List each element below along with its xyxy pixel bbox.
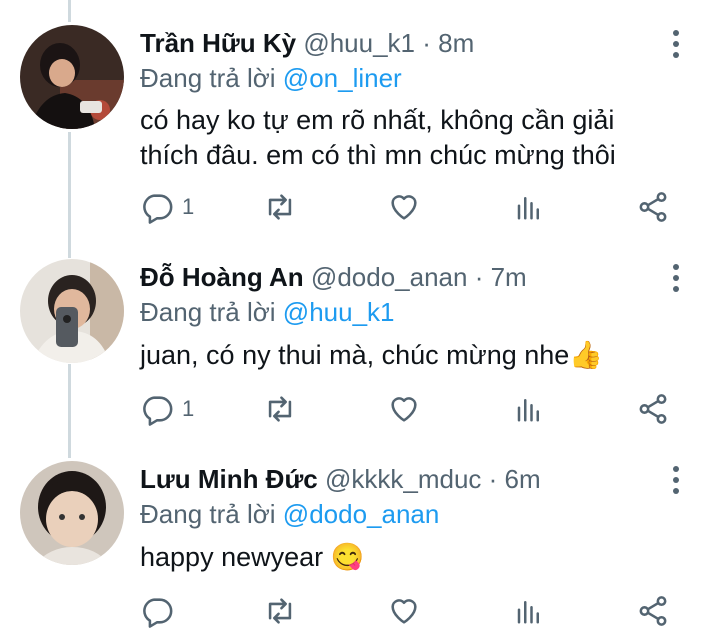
reply-icon [143,396,173,426]
retweet-icon [268,194,292,220]
share-button[interactable] [636,392,670,426]
action-bar [0,594,718,634]
author-name[interactable]: Lưu Minh Đức [140,464,318,494]
replying-to-label: Đang trả lời [140,63,276,93]
like-button[interactable] [387,594,421,628]
avatar-photo-icon [20,461,124,565]
replying-to-label: Đang trả lời [140,297,276,327]
reply-icon [143,598,173,628]
like-button[interactable] [387,392,421,426]
reply-button[interactable] [140,594,182,628]
mention-link[interactable]: @huu_k1 [283,297,395,327]
reply-button[interactable]: 1 [140,190,194,224]
share-icon [639,394,667,424]
more-vertical-icon[interactable] [664,27,688,61]
reply-icon [143,194,173,224]
author-handle[interactable]: @dodo_anan [311,262,468,292]
author-name[interactable]: Trần Hữu Kỳ [140,28,296,58]
analytics-button[interactable] [514,594,544,628]
author-handle[interactable]: @huu_k1 [303,28,415,58]
reply-count: 1 [182,396,195,421]
retweet-button[interactable] [262,594,298,628]
action-bar: 1 [0,392,718,432]
reply-button[interactable]: 1 [140,392,194,426]
like-icon [391,195,417,220]
retweet-button[interactable] [262,190,298,224]
avatar[interactable] [20,25,124,129]
share-button[interactable] [636,594,670,628]
author-handle[interactable]: @kkkk_mduc [325,464,481,494]
timestamp[interactable]: · 8m [422,28,474,58]
mention-link[interactable]: @dodo_anan [283,499,440,529]
replying-to: Đang trả lời @huu_k1 [140,297,395,328]
tweet-text: happy newyear 😋 [140,542,365,572]
share-icon [639,192,667,222]
action-bar: 1 [0,190,718,230]
analytics-icon [517,601,539,624]
replying-to: Đang trả lời @on_liner [140,63,402,94]
more-vertical-icon[interactable] [664,463,688,497]
retweet-icon [268,396,292,422]
author-name[interactable]: Đỗ Hoàng An [140,262,304,292]
like-icon [391,397,417,422]
analytics-icon [517,197,539,220]
retweet-button[interactable] [262,392,298,426]
like-icon [391,599,417,624]
reply-tweet[interactable]: Đỗ Hoàng An @dodo_anan · 7m Đang trả lời… [0,234,718,434]
avatar[interactable] [20,259,124,363]
share-button[interactable] [636,190,670,224]
retweet-icon [268,598,292,624]
tweet-text: có hay ko tự em rõ nhất, không cần giải … [140,105,616,170]
avatar-photo-icon [20,25,124,129]
analytics-icon [517,399,539,422]
timestamp[interactable]: · 7m [475,262,527,292]
analytics-button[interactable] [514,190,544,224]
replying-to: Đang trả lời @dodo_anan [140,499,439,530]
replying-to-label: Đang trả lời [140,499,276,529]
analytics-button[interactable] [514,392,544,426]
reply-count: 1 [182,194,195,219]
mention-link[interactable]: @on_liner [283,63,402,93]
like-button[interactable] [387,190,421,224]
more-vertical-icon[interactable] [664,261,688,295]
avatar-photo-icon [20,259,124,363]
reply-tweet[interactable]: Trần Hữu Kỳ @huu_k1 · 8m Đang trả lời @o… [0,0,718,224]
timestamp[interactable]: · 6m [489,464,541,494]
avatar[interactable] [20,461,124,565]
reply-tweet[interactable]: Lưu Minh Đức @kkkk_mduc · 6m Đang trả lờ… [0,436,718,636]
share-icon [639,596,667,626]
tweet-text: juan, có ny thui mà, chúc mừng nhe👍 [140,340,603,370]
